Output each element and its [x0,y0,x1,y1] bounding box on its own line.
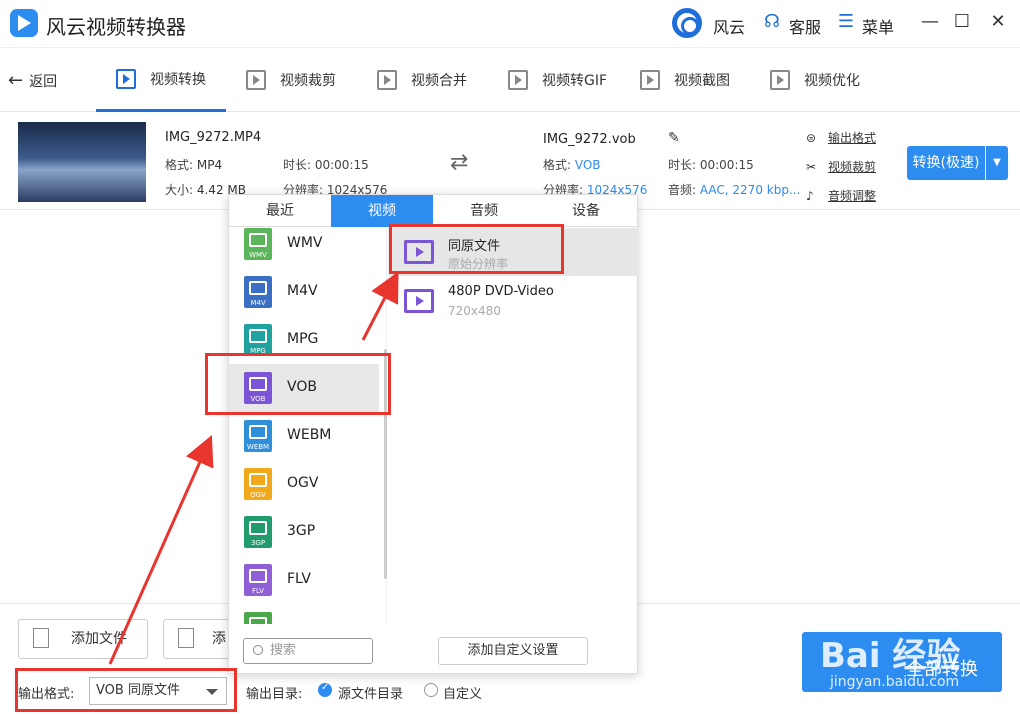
arrow-to-vob [108,435,214,665]
arrow-to-preset [361,271,399,341]
annotation-arrows [108,271,399,665]
